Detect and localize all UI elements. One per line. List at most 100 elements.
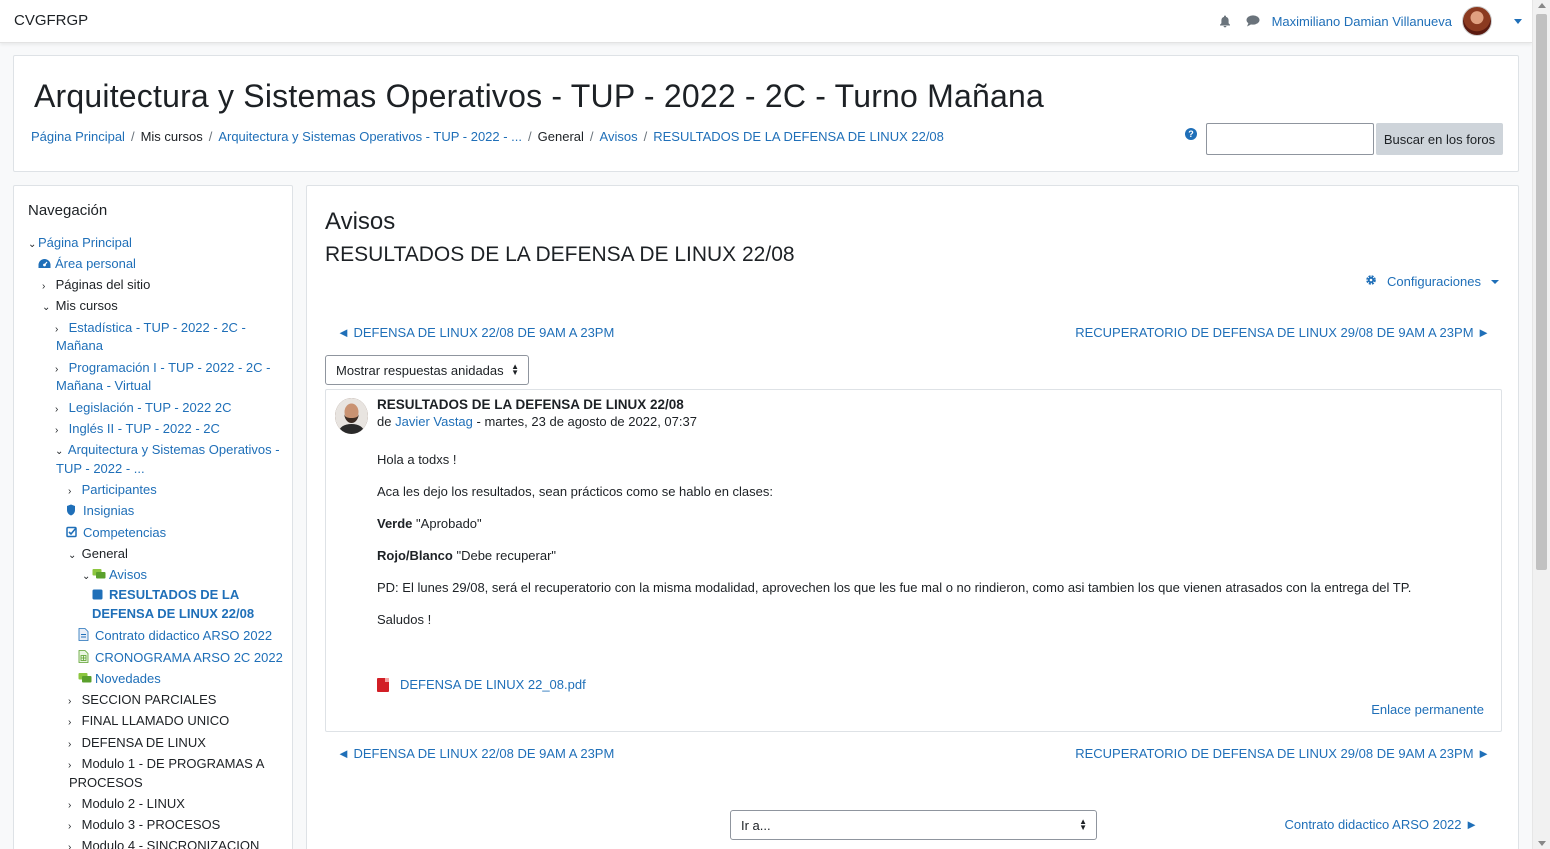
nav-item-label[interactable]: Modulo 4 - SINCRONIZACION	[82, 838, 260, 849]
nav-item-label[interactable]: RESULTADOS DE LA	[109, 587, 239, 602]
forum-search-input[interactable]	[1206, 123, 1374, 155]
nav-item-competencies[interactable]: Competencias	[66, 524, 166, 542]
scroll-up-arrow-icon[interactable]	[1538, 3, 1546, 8]
settings-menu[interactable]: Configuraciones	[1365, 274, 1499, 289]
nav-item-contrato[interactable]: Contrato didactico ARSO 2022	[78, 627, 272, 645]
nav-item-course-programacion-cont[interactable]: Mañana - Virtual	[56, 377, 151, 395]
help-icon[interactable]: ?	[1185, 128, 1197, 140]
nav-item-site-pages[interactable]: › Páginas del sitio	[42, 276, 150, 296]
breadcrumb-course[interactable]: Arquitectura y Sistemas Operativos - TUP…	[218, 129, 522, 144]
nav-item-cronograma[interactable]: CRONOGRAMA ARSO 2C 2022	[78, 649, 283, 667]
nav-item-label[interactable]: FINAL LLAMADO UNICO	[82, 713, 230, 728]
prev-discussion-link-bottom[interactable]: ◄ DEFENSA DE LINUX 22/08 DE 9AM A 23PM	[337, 746, 614, 761]
nav-item-modulo1[interactable]: › Modulo 1 - DE PROGRAMAS A	[68, 755, 264, 775]
settings-label[interactable]: Configuraciones	[1387, 274, 1481, 289]
scrollbar-thumb[interactable]	[1536, 14, 1547, 570]
page-scrollbar[interactable]	[1532, 0, 1550, 849]
search-forums-button[interactable]: Buscar en los foros	[1376, 123, 1503, 155]
nav-item-course-estadistica-cont[interactable]: Mañana	[56, 337, 103, 355]
permalink-link[interactable]: Enlace permanente	[1371, 702, 1484, 717]
nav-item-current-discussion[interactable]: RESULTADOS DE LA	[92, 586, 239, 604]
nav-item-parciales[interactable]: › SECCION PARCIALES	[68, 691, 216, 711]
nav-item-label[interactable]: Arquitectura y Sistemas Operativos -	[68, 442, 280, 457]
scroll-down-arrow-icon[interactable]	[1538, 841, 1546, 846]
nav-item-label[interactable]: Modulo 2 - LINUX	[82, 796, 185, 811]
nav-item-modulo2[interactable]: › Modulo 2 - LINUX	[68, 795, 185, 815]
nav-item-modulo3[interactable]: › Modulo 3 - PROCESOS	[68, 816, 220, 836]
nav-item-label[interactable]: Modulo 1 - DE PROGRAMAS A	[82, 756, 265, 771]
nav-item-home[interactable]: ⌄ Página Principal	[28, 234, 132, 254]
nav-item-label[interactable]: Novedades	[95, 671, 161, 686]
nav-item-course-estadistica[interactable]: › Estadística - TUP - 2022 - 2C -	[55, 319, 246, 339]
nav-item-course-arso-cont[interactable]: TUP - 2022 - ...	[56, 460, 145, 478]
nav-item-label[interactable]: CRONOGRAMA ARSO 2C 2022	[95, 650, 283, 665]
breadcrumb-discussion[interactable]: RESULTADOS DE LA DEFENSA DE LINUX 22/08	[653, 129, 944, 144]
author-avatar[interactable]	[335, 398, 368, 434]
nav-item-label[interactable]: Competencias	[83, 525, 166, 540]
message-icon[interactable]	[1244, 12, 1262, 30]
nav-item-course-arso[interactable]: ⌄ Arquitectura y Sistemas Operativos -	[55, 441, 280, 461]
chevron-down-icon: ⌄	[55, 446, 64, 457]
bell-icon[interactable]	[1216, 12, 1234, 30]
gear-icon[interactable]	[1365, 274, 1377, 289]
nav-item-label[interactable]: Mis cursos	[56, 298, 118, 313]
nav-item-label[interactable]: Páginas del sitio	[56, 277, 151, 292]
chevron-down-icon[interactable]	[1490, 279, 1499, 284]
post-author-link[interactable]: Javier Vastag	[395, 414, 473, 429]
nav-item-label[interactable]: Mañana - Virtual	[56, 378, 151, 393]
nav-item-label[interactable]: Insignias	[83, 503, 134, 518]
nav-item-label[interactable]: Estadística - TUP - 2022 - 2C -	[69, 320, 246, 335]
nav-item-novedades[interactable]: Novedades	[78, 670, 161, 688]
nav-item-label[interactable]: SECCION PARCIALES	[82, 692, 217, 707]
site-brand[interactable]: CVGFRGP	[14, 12, 88, 29]
prev-discussion-link-top[interactable]: ◄ DEFENSA DE LINUX 22/08 DE 9AM A 23PM	[337, 325, 614, 340]
nav-item-course-programacion[interactable]: › Programación I - TUP - 2022 - 2C -	[55, 359, 270, 379]
next-discussion-link-top[interactable]: RECUPERATORIO DE DEFENSA DE LINUX 29/08 …	[1075, 325, 1490, 340]
nav-item-label[interactable]: Área personal	[55, 256, 136, 271]
nav-item-label[interactable]: Contrato didactico ARSO 2022	[95, 628, 272, 643]
display-mode-select[interactable]: Mostrar respuestas anidadas ▲ ▼	[325, 355, 529, 385]
nav-item-defensa[interactable]: › DEFENSA DE LINUX	[68, 734, 206, 754]
nav-item-badges[interactable]: Insignias	[66, 502, 134, 520]
nav-item-current-discussion-cont[interactable]: DEFENSA DE LINUX 22/08	[92, 605, 254, 623]
nav-item-course-ingles[interactable]: › Inglés II - TUP - 2022 - 2C	[55, 420, 220, 440]
nav-item-label[interactable]: Mañana	[56, 338, 103, 353]
chevron-right-icon: ›	[68, 800, 72, 811]
breadcrumb-forum[interactable]: Avisos	[600, 129, 638, 144]
nav-item-my-courses[interactable]: ⌄ Mis cursos	[42, 297, 118, 317]
nav-item-participants[interactable]: › Participantes	[68, 481, 157, 501]
nav-item-label[interactable]: General	[82, 546, 128, 561]
nav-item-general[interactable]: ⌄ General	[68, 545, 128, 565]
nav-item-label[interactable]: Legislación - TUP - 2022 2C	[69, 400, 232, 415]
post-greeting: Hola a todxs !	[377, 452, 457, 467]
nav-item-modulo1-cont[interactable]: PROCESOS	[69, 774, 143, 792]
nav-item-label[interactable]: DEFENSA DE LINUX	[82, 735, 206, 750]
user-avatar[interactable]	[1462, 6, 1492, 36]
attachment-link[interactable]: DEFENSA DE LINUX 22_08.pdf	[400, 677, 586, 692]
nav-item-avisos[interactable]: ⌄ Avisos	[82, 566, 147, 586]
nav-item-label[interactable]: Participantes	[82, 482, 157, 497]
nav-item-dashboard[interactable]: Área personal	[38, 255, 136, 273]
next-activity-link[interactable]: Contrato didactico ARSO 2022 ►	[1284, 817, 1478, 832]
nav-item-label[interactable]: Programación I - TUP - 2022 - 2C -	[69, 360, 271, 375]
post-attachment[interactable]: DEFENSA DE LINUX 22_08.pdf	[377, 677, 586, 692]
nav-item-course-legislacion[interactable]: › Legislación - TUP - 2022 2C	[55, 399, 231, 419]
chevron-down-icon: ⌄	[68, 550, 77, 561]
nav-item-label[interactable]: TUP - 2022 - ...	[56, 461, 145, 476]
jump-to-select[interactable]: Ir a... ▲ ▼	[730, 810, 1097, 840]
nav-item-label[interactable]: DEFENSA DE LINUX 22/08	[92, 606, 254, 621]
nav-item-label[interactable]: Avisos	[109, 567, 147, 582]
breadcrumb-home[interactable]: Página Principal	[31, 129, 125, 144]
user-name[interactable]: Maximiliano Damian Villanueva	[1272, 14, 1452, 29]
next-discussion-link-bottom[interactable]: RECUPERATORIO DE DEFENSA DE LINUX 29/08 …	[1075, 746, 1490, 761]
nav-item-modulo4[interactable]: › Modulo 4 - SINCRONIZACION	[68, 837, 259, 849]
nav-item-final[interactable]: › FINAL LLAMADO UNICO	[68, 712, 229, 732]
chevron-down-icon: ⌄	[82, 571, 91, 582]
nav-item-label[interactable]: Inglés II - TUP - 2022 - 2C	[69, 421, 220, 436]
nav-item-label[interactable]: PROCESOS	[69, 775, 143, 790]
nav-item-label[interactable]: Modulo 3 - PROCESOS	[82, 817, 221, 832]
nav-item-label[interactable]: Página Principal	[38, 235, 132, 250]
post-meta: de Javier Vastag - martes, 23 de agosto …	[377, 414, 697, 429]
chevron-down-icon[interactable]	[1514, 18, 1522, 24]
breadcrumb-separator: /	[130, 129, 135, 144]
